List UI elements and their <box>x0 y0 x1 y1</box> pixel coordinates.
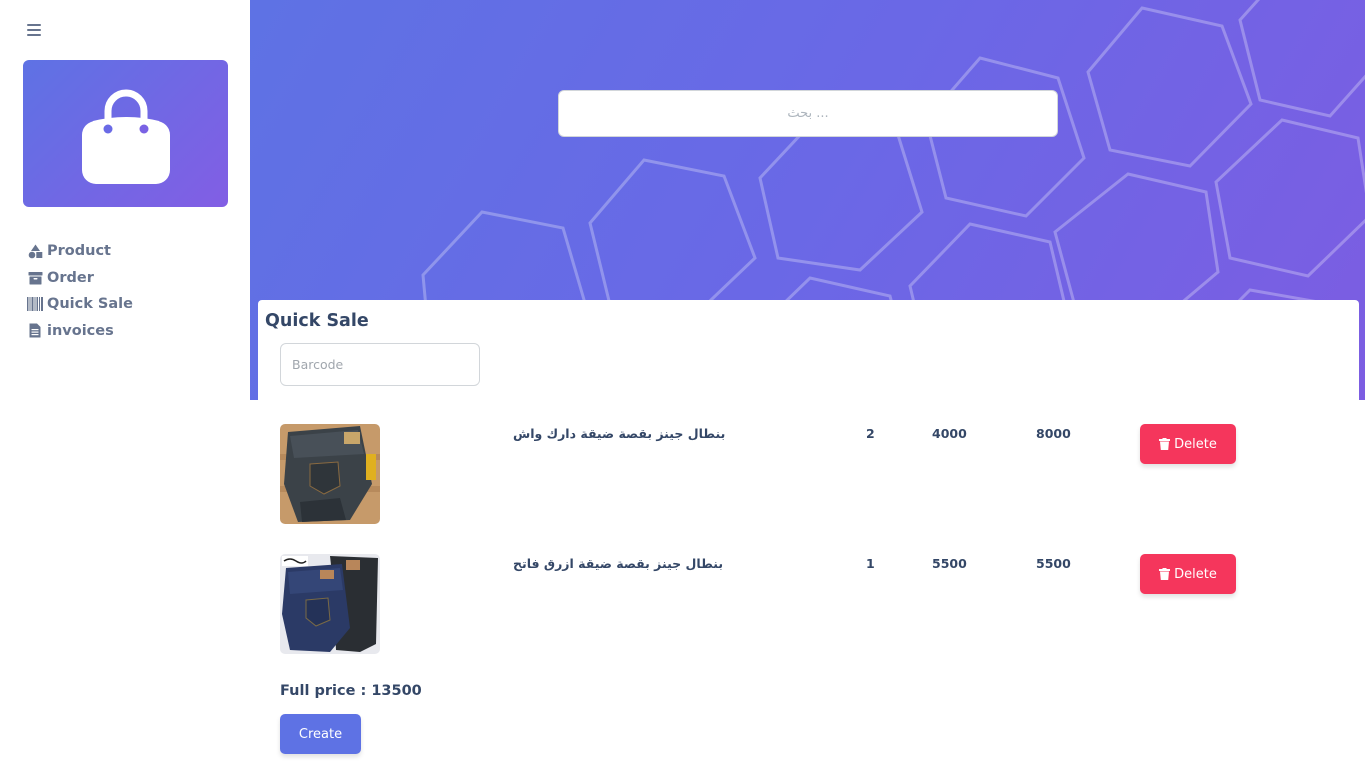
full-price-total: Full price : 13500 <box>280 683 422 699</box>
delete-button[interactable]: Delete <box>1140 424 1236 464</box>
hamburger-icon[interactable] <box>27 24 41 38</box>
sidebar-item-order[interactable]: Order <box>27 265 133 292</box>
sidebar-nav: Product Order Quick Sale invoices <box>27 238 133 344</box>
quantity: 1 <box>866 556 875 571</box>
sidebar-item-quick-sale[interactable]: Quick Sale <box>27 291 133 318</box>
line-total: 5500 <box>1036 556 1071 571</box>
quantity: 2 <box>866 426 875 441</box>
sidebar: Product Order Quick Sale invoices <box>0 0 250 767</box>
unit-price: 5500 <box>932 556 967 571</box>
shopping-bag-icon <box>81 89 170 184</box>
table-row: بنطال جينز بقصة ضيقة دارك واش 2 4000 800… <box>280 424 1340 524</box>
document-icon <box>27 323 43 339</box>
trash-icon <box>1159 568 1171 580</box>
delete-label: Delete <box>1174 436 1217 452</box>
create-button[interactable]: Create <box>280 714 361 754</box>
barcode-input[interactable] <box>280 343 480 386</box>
trash-icon <box>1159 438 1171 450</box>
product-name: بنطال جينز بقصة ضيقة ازرق فاتح <box>513 556 724 571</box>
table-row: بنطال جينز بقصة ضيقة ازرق فاتح 1 5500 55… <box>280 554 1340 654</box>
unit-price: 4000 <box>932 426 967 441</box>
sidebar-item-label: Order <box>47 269 94 286</box>
barcode-icon <box>27 296 43 312</box>
product-name: بنطال جينز بقصة ضيقة دارك واش <box>513 426 726 441</box>
sidebar-item-product[interactable]: Product <box>27 238 133 265</box>
product-image <box>280 424 380 524</box>
sidebar-item-label: Product <box>47 243 111 260</box>
archive-box-icon <box>27 270 43 286</box>
delete-button[interactable]: Delete <box>1140 554 1236 594</box>
page-title: Quick Sale <box>265 311 369 331</box>
product-image <box>280 554 380 654</box>
sidebar-item-label: invoices <box>47 322 114 339</box>
delete-label: Delete <box>1174 566 1217 582</box>
logo-card <box>23 60 228 207</box>
sidebar-item-label: Quick Sale <box>47 296 133 313</box>
quick-sale-card: Quick Sale بنطال جينز بقصة ضيقة دارك واش… <box>258 300 1359 767</box>
shapes-icon <box>27 243 43 259</box>
line-total: 8000 <box>1036 426 1071 441</box>
sidebar-item-invoices[interactable]: invoices <box>27 318 133 345</box>
search-input[interactable] <box>558 90 1058 137</box>
